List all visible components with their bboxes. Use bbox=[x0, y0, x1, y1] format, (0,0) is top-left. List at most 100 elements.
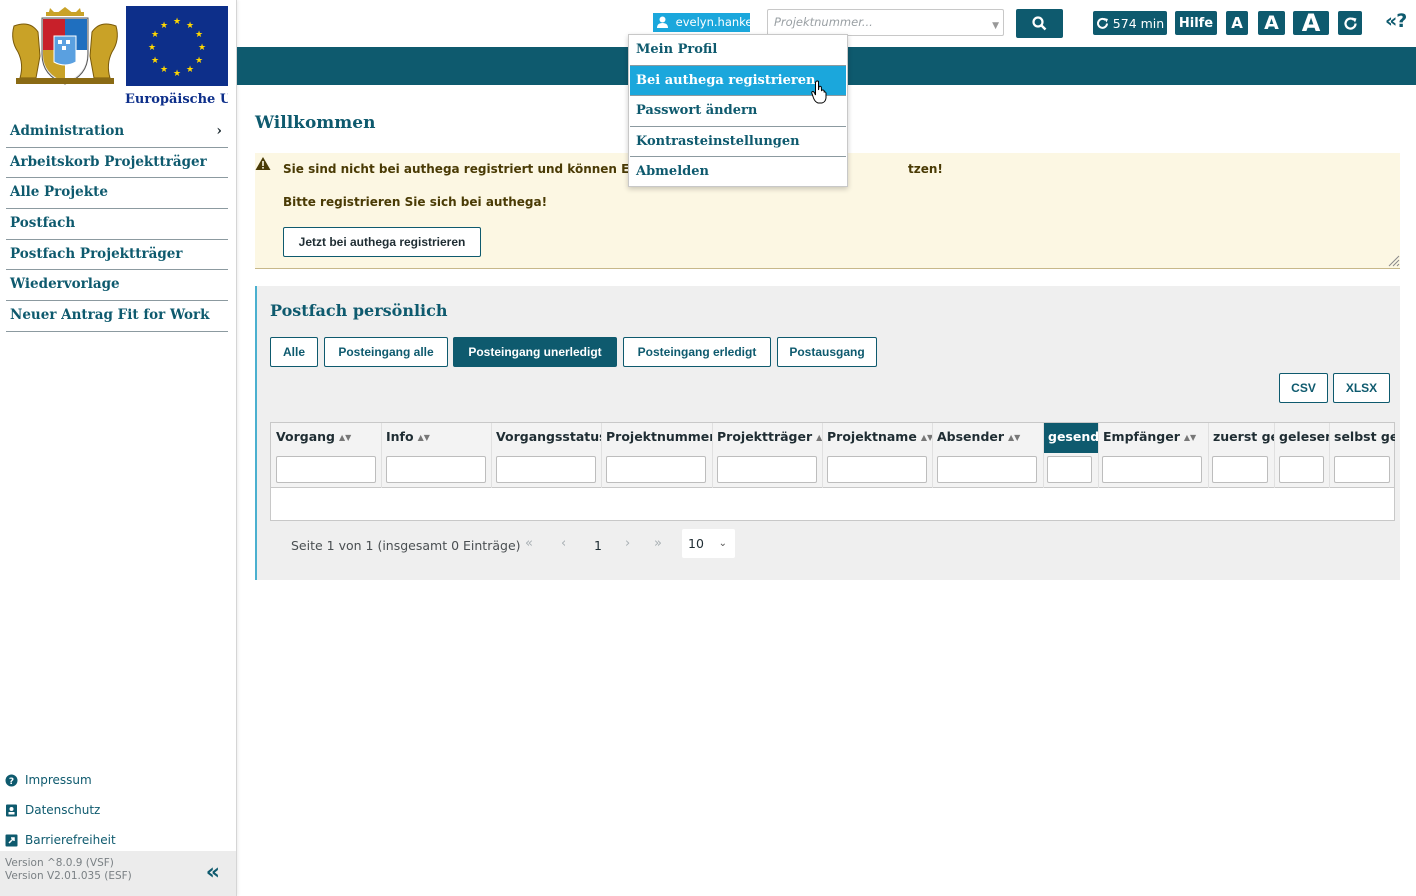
svg-text:★: ★ bbox=[173, 69, 181, 79]
filter-postausgang-button[interactable]: Postausgang bbox=[777, 337, 877, 367]
help-button[interactable]: Hilfe bbox=[1175, 11, 1217, 35]
bavaria-coat-of-arms-logo bbox=[6, 6, 124, 86]
filter-input-zuerst-gelesen[interactable] bbox=[1212, 456, 1268, 483]
column-divider bbox=[1043, 423, 1044, 488]
sidebar-item-alle-projekte[interactable]: Alle Projekte bbox=[6, 178, 228, 210]
resize-grip-icon[interactable] bbox=[1386, 253, 1400, 267]
menu-item-abmelden[interactable]: Abmelden bbox=[630, 157, 846, 188]
column-label: Info bbox=[386, 429, 414, 444]
filter-input-gelesen[interactable] bbox=[1279, 456, 1324, 483]
menu-item-mein-profil[interactable]: Mein Profil bbox=[630, 35, 846, 66]
sidebar-item-postfach-projekttraeger[interactable]: Postfach Projektträger bbox=[6, 240, 228, 271]
table-filter-row bbox=[271, 453, 1394, 488]
datenschutz-link[interactable]: Datenschutz bbox=[5, 795, 116, 825]
search-button[interactable] bbox=[1016, 9, 1063, 38]
column-header-gesendet[interactable]: gesendet bbox=[1043, 423, 1098, 453]
session-timer-button[interactable]: 574 min bbox=[1093, 11, 1167, 35]
sidebar-item-label: Neuer Antrag Fit for Work bbox=[10, 307, 210, 324]
svg-text:★: ★ bbox=[195, 56, 203, 66]
column-header-projekttraeger[interactable]: Projektträger▲▼ bbox=[712, 423, 822, 453]
filter-posteingang-alle-button[interactable]: Posteingang alle bbox=[324, 337, 448, 367]
font-size-large-button[interactable]: A bbox=[1293, 9, 1329, 37]
font-size-medium-button[interactable]: A bbox=[1258, 11, 1285, 35]
next-page-button[interactable]: › bbox=[625, 536, 630, 551]
filter-input-projektname[interactable] bbox=[827, 456, 927, 483]
sidebar: ★★★ ★★★ ★★★ ★★★ Europäische Union Admini… bbox=[0, 0, 237, 896]
question-circle-icon: ? bbox=[5, 774, 18, 787]
sidebar-item-label: Postfach bbox=[10, 215, 76, 232]
last-page-button[interactable]: » bbox=[654, 536, 662, 551]
register-authega-button[interactable]: Jetzt bei authega registrieren bbox=[283, 227, 481, 257]
column-label: gelesen bbox=[1279, 429, 1329, 444]
column-header-projektname[interactable]: Projektname ▲▼ bbox=[822, 423, 932, 453]
nav-toggle-button[interactable]: «? bbox=[1385, 10, 1407, 32]
footer-links: ? Impressum Datenschutz Barrierefreiheit bbox=[5, 765, 116, 855]
column-divider bbox=[1329, 423, 1330, 488]
svg-text:★: ★ bbox=[160, 21, 168, 31]
first-page-button[interactable]: « bbox=[525, 536, 533, 551]
filter-input-empfaenger[interactable] bbox=[1102, 456, 1202, 483]
export-csv-button[interactable]: CSV bbox=[1279, 373, 1328, 403]
filter-input-gesendet[interactable] bbox=[1047, 456, 1092, 483]
impressum-link[interactable]: ? Impressum bbox=[5, 765, 116, 795]
collapse-sidebar-button[interactable]: « bbox=[206, 862, 220, 884]
column-divider bbox=[381, 423, 382, 488]
filter-input-projekttraeger[interactable] bbox=[717, 456, 817, 483]
column-header-info[interactable]: Info ▲▼ bbox=[381, 423, 491, 453]
search-icon bbox=[1032, 16, 1047, 31]
column-header-absender[interactable]: Absender ▲▼ bbox=[932, 423, 1042, 453]
svg-text:★: ★ bbox=[186, 65, 194, 75]
column-header-vorgangsstatus[interactable]: Vorgangsstatus bbox=[491, 423, 601, 453]
page-size-value: 10 bbox=[688, 536, 704, 551]
column-label: gesendet bbox=[1048, 429, 1098, 444]
column-label: Vorgang bbox=[276, 429, 335, 444]
column-header-zuerst-gelesen[interactable]: zuerst gel bbox=[1208, 423, 1274, 453]
sidebar-item-wiedervorlage[interactable]: Wiedervorlage bbox=[6, 270, 228, 302]
sort-icon: ▲▼ bbox=[417, 433, 430, 442]
chevron-right-icon: › bbox=[216, 123, 222, 139]
alert-instruction: Bitte registrieren Sie sich bei authega! bbox=[283, 195, 548, 209]
column-divider bbox=[601, 423, 602, 488]
column-header-vorgang[interactable]: Vorgang ▲▼ bbox=[271, 423, 381, 453]
project-number-select[interactable]: Projektnummer... ▼ bbox=[767, 9, 1004, 36]
filter-posteingang-unerledigt-button[interactable]: Posteingang unerledigt bbox=[453, 337, 617, 367]
alert-message-end: tzen! bbox=[907, 162, 943, 176]
reload-button[interactable] bbox=[1338, 11, 1362, 35]
column-header-selbst-gelesen[interactable]: selbst gel bbox=[1329, 423, 1395, 453]
column-label: zuerst gel bbox=[1213, 429, 1274, 444]
external-link-icon bbox=[5, 834, 18, 846]
filter-input-vorgangsstatus[interactable] bbox=[496, 456, 596, 483]
column-header-empfaenger[interactable]: Empfänger ▲▼ bbox=[1098, 423, 1208, 453]
sidebar-item-neuer-antrag[interactable]: Neuer Antrag Fit for Work bbox=[6, 301, 228, 332]
sidebar-item-administration[interactable]: Administration › bbox=[6, 117, 228, 148]
column-divider bbox=[712, 423, 713, 488]
filter-input-info[interactable] bbox=[386, 456, 486, 483]
export-xlsx-button[interactable]: XLSX bbox=[1333, 373, 1390, 403]
user-icon bbox=[657, 16, 668, 28]
filter-input-selbst-gelesen[interactable] bbox=[1334, 456, 1390, 483]
sidebar-item-arbeitskorb[interactable]: Arbeitskorb Projektträger bbox=[6, 148, 228, 179]
filter-input-absender[interactable] bbox=[937, 456, 1037, 483]
filter-alle-button[interactable]: Alle bbox=[270, 337, 318, 367]
column-divider bbox=[822, 423, 823, 488]
user-menu-toggle[interactable]: evelyn.hankele bbox=[653, 13, 750, 32]
column-divider bbox=[491, 423, 492, 488]
prev-page-button[interactable]: ‹ bbox=[561, 536, 566, 551]
logo-area: ★ ★ ★ ★ ★ ★ ★ ★ ★ ★ ★ ★ bbox=[6, 6, 228, 86]
font-size-small-button[interactable]: A bbox=[1226, 11, 1248, 35]
filter-posteingang-erledigt-button[interactable]: Posteingang erledigt bbox=[623, 337, 771, 367]
column-header-gelesen[interactable]: gelesen bbox=[1274, 423, 1329, 453]
sort-icon: ▲▼ bbox=[338, 433, 352, 442]
filter-input-projektnummer[interactable] bbox=[606, 456, 706, 483]
current-page-button[interactable]: 1 bbox=[594, 538, 602, 553]
chevron-down-icon: ⌄ bbox=[718, 538, 727, 549]
filter-input-vorgang[interactable] bbox=[276, 456, 376, 483]
column-label: Projektnummer bbox=[606, 429, 712, 444]
menu-item-kontrasteinstellungen[interactable]: Kontrasteinstellungen bbox=[630, 127, 846, 158]
impressum-label: Impressum bbox=[25, 773, 92, 787]
column-label: selbst gel bbox=[1334, 429, 1395, 444]
page-size-select[interactable]: 10 ⌄ bbox=[682, 529, 735, 558]
column-header-projektnummer[interactable]: Projektnummer bbox=[601, 423, 712, 453]
svg-text:?: ? bbox=[9, 777, 14, 787]
sidebar-item-postfach[interactable]: Postfach bbox=[6, 209, 228, 240]
